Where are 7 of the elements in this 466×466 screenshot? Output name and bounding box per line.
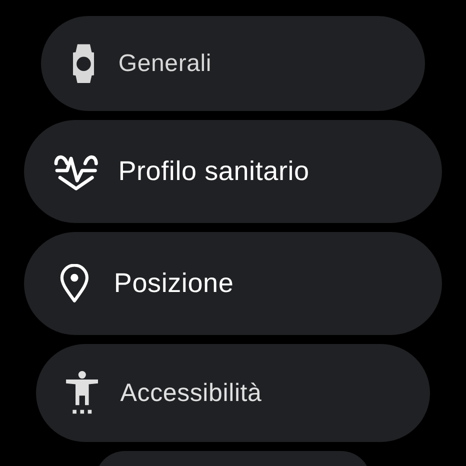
settings-item[interactable]: Profilo sanitario [24, 120, 442, 223]
settings-item[interactable]: Posizione [24, 232, 442, 335]
settings-item[interactable]: Generali [41, 16, 425, 111]
accessibility-icon [66, 371, 98, 415]
location-pin-icon [60, 264, 89, 304]
watch-icon [73, 44, 94, 84]
settings-item[interactable]: Accessibilità [36, 344, 430, 442]
